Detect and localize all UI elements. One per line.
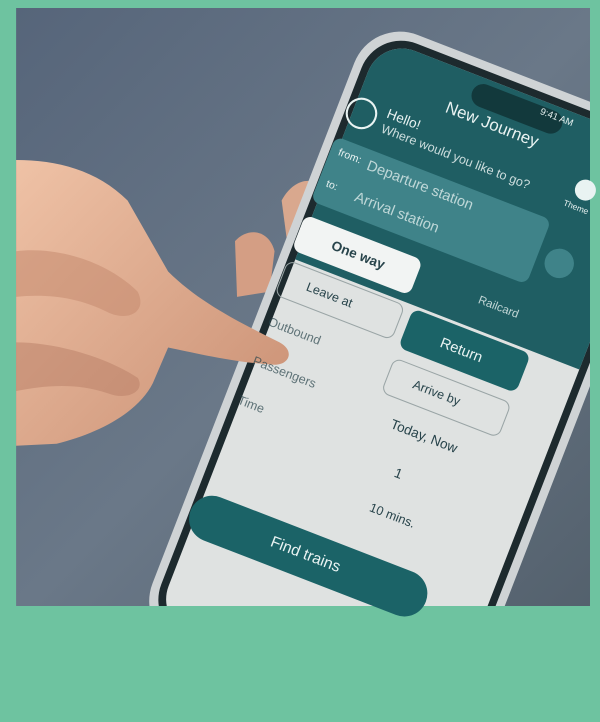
photo-frame bbox=[10, 8, 590, 606]
photo-scene bbox=[16, 8, 590, 606]
